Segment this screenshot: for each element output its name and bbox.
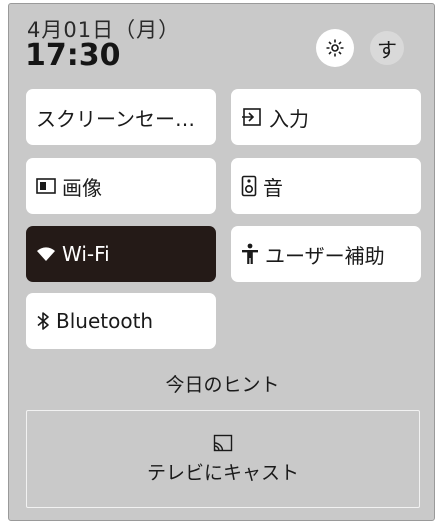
tile-label: Wi-Fi: [62, 242, 110, 266]
bluetooth-icon: [36, 311, 50, 331]
cast-label: テレビにキャスト: [146, 461, 299, 484]
hint-title: 今日のヒント: [165, 374, 280, 396]
gear-icon: [326, 39, 344, 57]
tile-label: Bluetooth: [56, 309, 154, 333]
picture-tile[interactable]: 画像: [26, 158, 216, 214]
accessibility-icon: [241, 243, 259, 265]
input-icon: [241, 106, 263, 128]
tile-label: 画像: [62, 175, 102, 200]
wifi-icon: [36, 246, 56, 262]
speaker-icon: [241, 175, 257, 197]
cast-icon: [213, 434, 233, 451]
tile-label: ユーザー補助: [265, 243, 385, 268]
tile-label: 音: [263, 175, 283, 200]
screensaver-tile[interactable]: スクリーンセー…: [26, 89, 216, 145]
tile-label: 入力: [269, 106, 309, 131]
cast-to-tv-button[interactable]: テレビにキャスト: [26, 410, 420, 508]
accessibility-tile[interactable]: ユーザー補助: [231, 226, 421, 282]
tile-label: スクリーンセー…: [36, 106, 195, 131]
settings-button[interactable]: [316, 29, 354, 67]
picture-icon: [36, 177, 56, 195]
time-label: 17:30: [25, 38, 121, 73]
wifi-tile[interactable]: Wi-Fi: [26, 226, 216, 282]
bluetooth-tile[interactable]: Bluetooth: [26, 293, 216, 349]
quick-settings-panel: 4月01日（月） 17:30 す スクリーンセー… 入力 画像 音 Wi-Fi …: [8, 3, 435, 521]
avatar[interactable]: す: [370, 31, 404, 65]
input-tile[interactable]: 入力: [231, 89, 421, 145]
sound-tile[interactable]: 音: [231, 158, 421, 214]
